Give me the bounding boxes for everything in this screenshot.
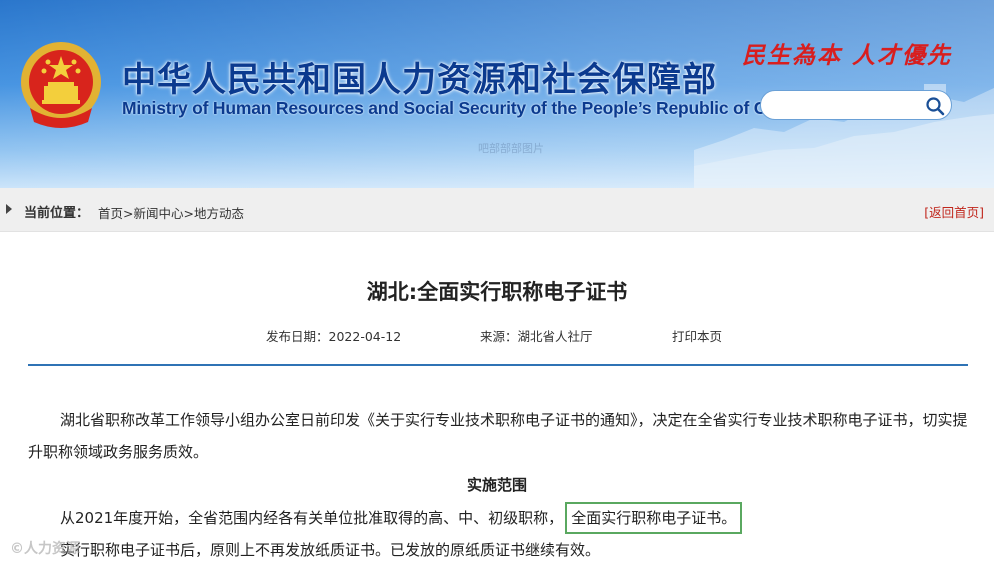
publish-date-label: 发布日期： bbox=[266, 329, 329, 344]
paragraph-intro: 湖北省职称改革工作领导小组办公室日前印发《关于实行专业技术职称电子证书的通知》，… bbox=[28, 404, 968, 468]
source-value: 湖北省人社厅 bbox=[517, 329, 593, 344]
publish-date: 发布日期：2022-04-12 bbox=[266, 326, 401, 345]
search-input[interactable] bbox=[773, 96, 923, 114]
breadcrumb-bar: 当前位置： 首页>新闻中心>地方动态 [返回首页] bbox=[0, 188, 994, 232]
publish-date-value: 2022-04-12 bbox=[328, 329, 402, 344]
great-wall-image bbox=[694, 84, 994, 188]
article-title: 湖北:全面实行职称电子证书 bbox=[366, 280, 628, 304]
breadcrumb-separator: > bbox=[123, 206, 134, 221]
ministry-title-cn: 中华人民共和国人力资源和社会保障部 bbox=[122, 60, 717, 100]
banner-watermark: 吧部部部图片 bbox=[478, 142, 544, 155]
breadcrumb-label: 当前位置： bbox=[24, 206, 90, 221]
title-divider bbox=[28, 364, 968, 366]
paragraph-paper-certs-text: 实行职称电子证书后，原则上不再发放纸质证书。已发放的原纸质证书继续有效。 bbox=[60, 541, 601, 559]
search-icon[interactable] bbox=[925, 96, 945, 116]
print-page-link[interactable]: 打印本页 bbox=[672, 326, 722, 345]
breadcrumb: 首页>新闻中心>地方动态 bbox=[98, 203, 244, 222]
breadcrumb-local-news[interactable]: 地方动态 bbox=[194, 206, 244, 221]
breadcrumb-separator: > bbox=[183, 206, 194, 221]
breadcrumb-home[interactable]: 首页 bbox=[98, 206, 123, 221]
national-emblem-icon bbox=[21, 42, 101, 128]
source-label: 来源： bbox=[480, 329, 518, 344]
ministry-title-en: Ministry of Human Resources and Social S… bbox=[122, 98, 802, 118]
paragraph-scope: 从2021年度开始，全省范围内经各有关单位批准取得的高、中、初级职称， 全面实行职… bbox=[28, 502, 968, 534]
triangle-right-icon bbox=[6, 204, 12, 214]
header-banner: 中华人民共和国人力资源和社会保障部 Ministry of Human Reso… bbox=[0, 0, 994, 188]
article-source: 来源：湖北省人社厅 bbox=[480, 326, 593, 345]
back-home-link[interactable]: [返回首页] bbox=[924, 202, 984, 221]
slogan: 民生為本 人才優先 bbox=[742, 42, 953, 69]
paragraph-paper-certs: 实行职称电子证书后，原则上不再发放纸质证书。已发放的原纸质证书继续有效。 bbox=[28, 534, 968, 566]
breadcrumb-news-center[interactable]: 新闻中心 bbox=[134, 206, 184, 221]
search-box bbox=[760, 90, 952, 120]
highlighted-text: 全面实行职称电子证书。 bbox=[565, 502, 743, 534]
corner-watermark: ©人力资源 bbox=[10, 541, 80, 557]
section-heading: 实施范围 bbox=[466, 476, 527, 494]
paragraph-scope-text: 从2021年度开始，全省范围内经各有关单位批准取得的高、中、初级职称， bbox=[60, 509, 564, 527]
paragraph-intro-text: 湖北省职称改革工作领导小组办公室日前印发《关于实行专业技术职称电子证书的通知》，… bbox=[28, 411, 968, 461]
